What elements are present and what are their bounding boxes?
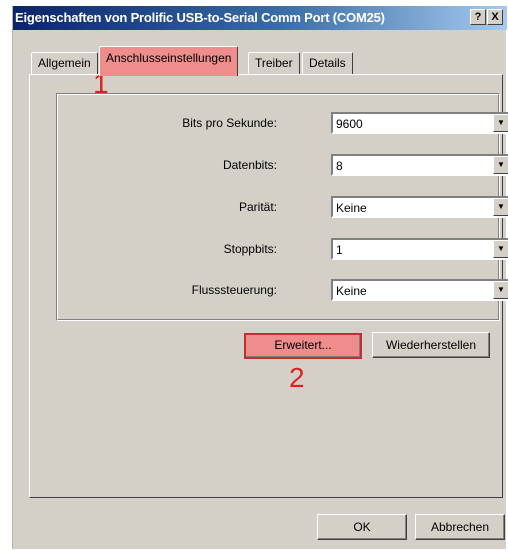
baud-value: 9600 bbox=[336, 117, 363, 131]
flow-label: Flusssteuerung: bbox=[191, 283, 277, 297]
tab-anschlusseinstellungen[interactable]: Anschlusseinstellungen bbox=[99, 46, 239, 76]
advanced-button[interactable]: Erweitert... bbox=[244, 333, 362, 359]
parity-value: Keine bbox=[336, 201, 367, 215]
restore-button[interactable]: Wiederherstellen bbox=[372, 332, 490, 358]
tab-allgemein[interactable]: Allgemein bbox=[31, 52, 98, 74]
flow-value: Keine bbox=[336, 284, 367, 298]
chevron-down-icon[interactable]: ▼ bbox=[493, 156, 508, 174]
parity-select[interactable]: Keine ▼ bbox=[331, 196, 508, 218]
tab-treiber[interactable]: Treiber bbox=[248, 52, 300, 74]
ok-button[interactable]: OK bbox=[317, 514, 407, 540]
databits-value: 8 bbox=[336, 159, 343, 173]
cancel-button[interactable]: Abbrechen bbox=[415, 514, 505, 540]
tab-details[interactable]: Details bbox=[302, 52, 353, 74]
databits-select[interactable]: 8 ▼ bbox=[331, 154, 508, 176]
stopbits-select[interactable]: 1 ▼ bbox=[331, 238, 508, 260]
chevron-down-icon[interactable]: ▼ bbox=[493, 281, 508, 299]
stopbits-label: Stoppbits: bbox=[223, 242, 277, 256]
baud-label: Bits pro Sekunde: bbox=[182, 116, 277, 130]
stopbits-value: 1 bbox=[336, 243, 343, 257]
flow-select[interactable]: Keine ▼ bbox=[331, 279, 508, 301]
settings-group: Bits pro Sekunde: 9600 ▼ Datenbits: 8 ▼ … bbox=[56, 93, 508, 321]
chevron-down-icon[interactable]: ▼ bbox=[493, 240, 508, 258]
baud-select[interactable]: 9600 ▼ bbox=[331, 112, 508, 134]
tab-panel: Bits pro Sekunde: 9600 ▼ Datenbits: 8 ▼ … bbox=[29, 74, 508, 498]
window-title: Eigenschaften von Prolific USB-to-Serial… bbox=[15, 10, 385, 25]
annotation-step-2: 2 bbox=[289, 362, 305, 393]
close-button[interactable]: X bbox=[487, 9, 503, 25]
databits-label: Datenbits: bbox=[222, 158, 277, 172]
parity-label: Parität: bbox=[238, 200, 277, 214]
chevron-down-icon[interactable]: ▼ bbox=[493, 114, 508, 132]
properties-dialog: Eigenschaften von Prolific USB-to-Serial… bbox=[12, 6, 508, 549]
chevron-down-icon[interactable]: ▼ bbox=[493, 198, 508, 216]
title-bar[interactable]: Eigenschaften von Prolific USB-to-Serial… bbox=[13, 6, 507, 30]
help-button[interactable]: ? bbox=[470, 9, 486, 25]
